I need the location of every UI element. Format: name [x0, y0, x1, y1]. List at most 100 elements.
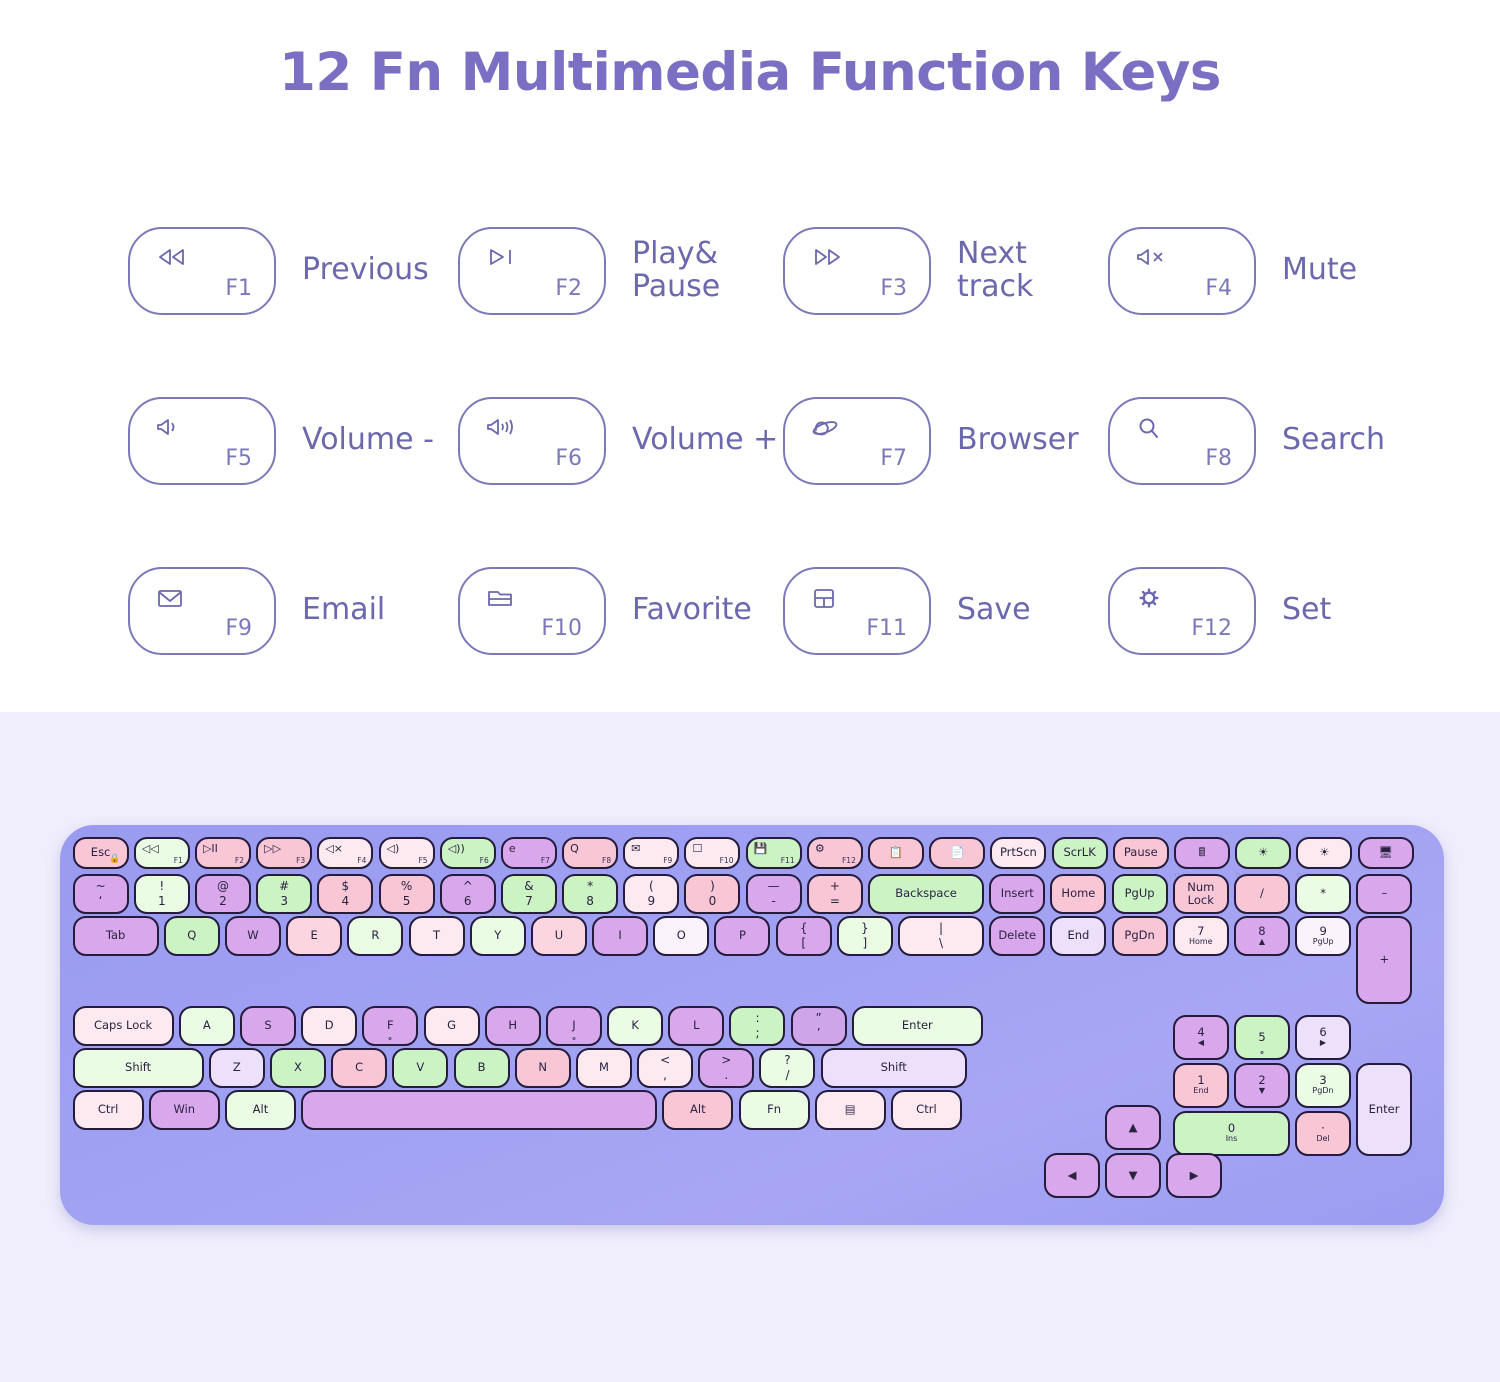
key-e[interactable]: E	[286, 915, 343, 956]
key-r[interactable]: R	[347, 915, 404, 956]
key-f4[interactable]: ◁× F4	[317, 836, 374, 869]
key-numpad-6[interactable]: 6 ▶	[1295, 1014, 1351, 1060]
key-prtscn[interactable]: PrtScn	[990, 836, 1047, 869]
key-u[interactable]: U	[530, 915, 587, 956]
key-q[interactable]: Q	[163, 915, 220, 956]
key-backspace[interactable]: Backspace	[868, 873, 985, 914]
fn-keycap-f5[interactable]: F5	[128, 396, 276, 485]
key-insert[interactable]: Insert	[989, 873, 1046, 914]
key-arrow-up[interactable]: ▲	[1105, 1104, 1161, 1150]
key-f[interactable]: F	[362, 1005, 419, 1046]
fn-keycap-f12[interactable]: F12	[1108, 566, 1256, 655]
key-numpad-1[interactable]: 1 End	[1173, 1062, 1229, 1108]
key-pgup[interactable]: PgUp	[1111, 873, 1168, 914]
key-blank[interactable]: :;	[729, 1005, 786, 1046]
key-scrlk[interactable]: ScrLK	[1051, 836, 1108, 869]
key-x[interactable]: X	[269, 1047, 326, 1088]
key-a[interactable]: A	[178, 1005, 235, 1046]
key-f1[interactable]: ◁◁ F1	[133, 836, 190, 869]
key-num-lock[interactable]: Num Lock	[1172, 873, 1229, 914]
key-blank[interactable]: ▤	[814, 1089, 886, 1130]
key-n[interactable]: N	[514, 1047, 571, 1088]
key-blank[interactable]: 📄	[929, 836, 986, 869]
key-numpad-0[interactable]: 0 Ins	[1173, 1110, 1290, 1156]
key-pgdn[interactable]: PgDn	[1111, 915, 1168, 956]
fn-keycap-f10[interactable]: F10	[458, 566, 606, 655]
fn-keycap-f2[interactable]: F2	[458, 226, 606, 315]
key-blank[interactable]: 📋	[868, 836, 925, 869]
key-6[interactable]: ^ 6	[439, 873, 496, 914]
key-blank[interactable]: *	[1295, 873, 1352, 914]
key-blank[interactable]: ☀	[1235, 836, 1292, 869]
key-7[interactable]: & 7	[500, 873, 557, 914]
key-p[interactable]: P	[714, 915, 771, 956]
key-k[interactable]: K	[607, 1005, 664, 1046]
key-d[interactable]: D	[301, 1005, 358, 1046]
fn-keycap-f8[interactable]: F8	[1108, 396, 1256, 485]
key-blank[interactable]: + =	[806, 873, 863, 914]
key-l[interactable]: L	[668, 1005, 725, 1046]
key-blank[interactable]: 🖩	[1173, 836, 1230, 869]
key-end[interactable]: End	[1050, 915, 1107, 956]
key-8[interactable]: 8 ▲	[1233, 915, 1290, 956]
key-y[interactable]: Y	[469, 915, 526, 956]
key-numpad-2[interactable]: 2 ▼	[1234, 1062, 1290, 1108]
key-g[interactable]: G	[423, 1005, 480, 1046]
key-numpad-4[interactable]: 4 ◀	[1173, 1014, 1229, 1060]
key-c[interactable]: C	[331, 1047, 388, 1088]
key-f3[interactable]: ▷▷ F3	[256, 836, 313, 869]
key-shift[interactable]: Shift	[72, 1047, 204, 1088]
key-delete[interactable]: Delete	[989, 915, 1046, 956]
fn-keycap-f1[interactable]: F1	[128, 226, 276, 315]
key-b[interactable]: B	[453, 1047, 510, 1088]
key-0[interactable]: ) 0	[684, 873, 741, 914]
key-i[interactable]: I	[592, 915, 649, 956]
key-blank[interactable]: ”’	[790, 1005, 847, 1046]
key-blank[interactable]: <,	[637, 1047, 694, 1088]
key-j[interactable]: J	[545, 1005, 602, 1046]
key-ctrl[interactable]: Ctrl	[890, 1089, 962, 1130]
key-f5[interactable]: ◁) F5	[378, 836, 435, 869]
key-blank[interactable]: /	[1233, 873, 1290, 914]
key-pause[interactable]: Pause	[1112, 836, 1169, 869]
fn-keycap-f6[interactable]: F6	[458, 396, 606, 485]
key-shift[interactable]: Shift	[820, 1047, 967, 1088]
key-f9[interactable]: ✉ F9	[623, 836, 680, 869]
key-f7[interactable]: e F7	[500, 836, 557, 869]
key-alt[interactable]: Alt	[224, 1089, 296, 1130]
key-w[interactable]: W	[224, 915, 281, 956]
key-space[interactable]	[301, 1089, 658, 1130]
fn-keycap-f4[interactable]: F4	[1108, 226, 1256, 315]
key-arrow-down[interactable]: ▼	[1105, 1152, 1161, 1198]
key-4[interactable]: $4	[317, 873, 374, 914]
key-ctrl[interactable]: Ctrl	[72, 1089, 144, 1130]
key-f8[interactable]: Q F8	[562, 836, 619, 869]
key-o[interactable]: O	[653, 915, 710, 956]
key-t[interactable]: T	[408, 915, 465, 956]
key-f6[interactable]: ◁)) F6	[439, 836, 496, 869]
key-7[interactable]: 7 Home	[1172, 915, 1229, 956]
key-numpad-5[interactable]: 5	[1234, 1014, 1290, 1060]
key-blank[interactable]: +	[1356, 915, 1413, 1004]
key-numpad-enter[interactable]: Enter	[1356, 1062, 1412, 1156]
key-caps-lock[interactable]: Caps Lock	[72, 1005, 174, 1046]
key-blank[interactable]: — -	[745, 873, 802, 914]
key-esc[interactable]: Esc 🔒	[72, 836, 129, 869]
key-blank[interactable]: ~ ‘	[72, 873, 129, 914]
key-5[interactable]: % 5	[378, 873, 435, 914]
key-f12[interactable]: ⚙ F12	[806, 836, 863, 869]
key-z[interactable]: Z	[208, 1047, 265, 1088]
fn-keycap-f3[interactable]: F3	[783, 226, 931, 315]
key-blank[interactable]: {[	[775, 915, 832, 956]
key-1[interactable]: ! 1	[133, 873, 190, 914]
key-f11[interactable]: 💾 F11	[745, 836, 802, 869]
key-numpad-dot[interactable]: · Del	[1295, 1110, 1351, 1156]
key-9[interactable]: 9 PgUp	[1295, 915, 1352, 956]
key-win[interactable]: Win	[148, 1089, 220, 1130]
key-blank[interactable]: ? /	[759, 1047, 816, 1088]
fn-keycap-f7[interactable]: F7	[783, 396, 931, 485]
key-3[interactable]: #3	[256, 873, 313, 914]
key-tab[interactable]: Tab	[72, 915, 159, 956]
key-blank[interactable]: –	[1356, 873, 1413, 914]
key-enter[interactable]: Enter	[851, 1005, 983, 1046]
